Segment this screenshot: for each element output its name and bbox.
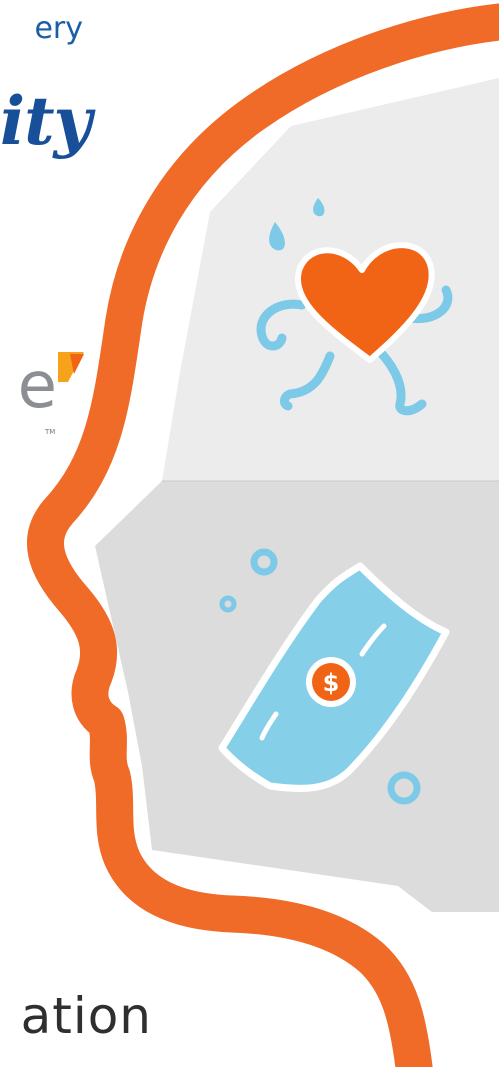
bottom-text-fragment: ation xyxy=(20,987,152,1045)
script-text-fragment: ity xyxy=(0,82,92,160)
svg-text:$: $ xyxy=(323,669,340,697)
top-text-fragment: ery xyxy=(34,11,83,46)
illustration-canvas: $ ery ity e TM ation xyxy=(0,0,499,1067)
logo-text-fragment: e xyxy=(17,349,57,423)
head-illustration: $ xyxy=(27,3,499,1067)
logo-trademark: TM xyxy=(45,428,56,436)
